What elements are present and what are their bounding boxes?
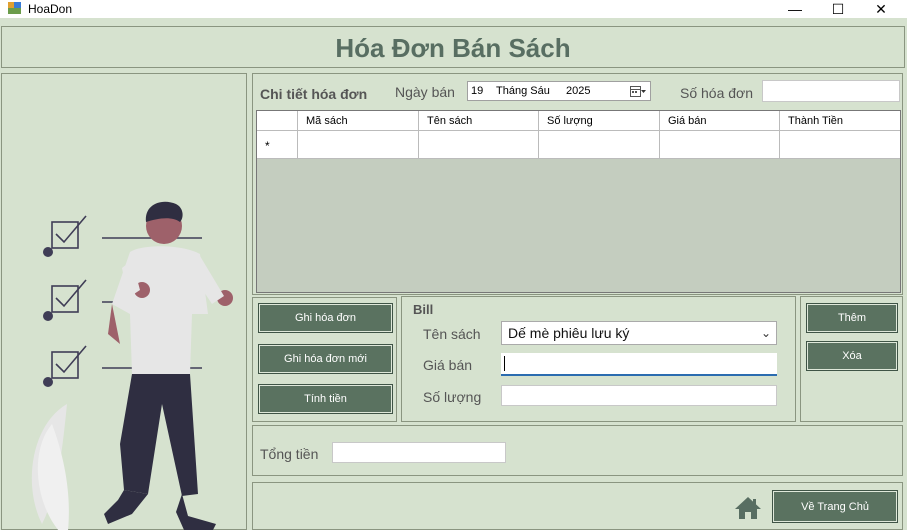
book-name-label: Tên sách <box>423 326 481 342</box>
column-header-total[interactable]: Thành Tiền <box>779 111 900 130</box>
column-header-book-code[interactable]: Mã sách <box>297 111 418 130</box>
minimize-icon: — <box>788 1 802 17</box>
price-input[interactable] <box>501 353 777 376</box>
cell-quantity[interactable] <box>538 131 659 158</box>
page-title: Hóa Đơn Bán Sách <box>335 33 571 63</box>
book-name-selected: Dế mè phiêu lưu ký <box>508 325 630 341</box>
chevron-down-icon[interactable]: ⌄ <box>761 326 771 340</box>
total-label: Tổng tiền <box>260 446 319 462</box>
new-invoice-button[interactable]: Ghi hóa đơn mới <box>259 345 392 373</box>
save-invoice-button[interactable]: Ghi hóa đơn <box>259 304 392 332</box>
calculate-total-button[interactable]: Tính tiền <box>259 385 392 413</box>
row-header[interactable]: * <box>257 131 297 158</box>
cell-total[interactable] <box>779 131 900 158</box>
remove-item-button[interactable]: Xóa <box>807 342 897 370</box>
invoice-number-input[interactable] <box>762 80 900 102</box>
column-header-quantity[interactable]: Số lượng <box>538 111 659 130</box>
date-day: 19 <box>471 85 484 97</box>
calendar-dropdown-icon[interactable] <box>630 85 646 98</box>
sale-date-picker[interactable]: 19 Tháng Sáu 2025 <box>467 81 651 101</box>
column-header-price[interactable]: Giá bán <box>659 111 779 130</box>
home-icon[interactable] <box>734 496 762 520</box>
window-title: HoaDon <box>28 2 73 16</box>
add-item-button[interactable]: Thêm <box>807 304 897 332</box>
date-label: Ngày bán <box>395 84 455 100</box>
total-amount-field[interactable] <box>332 442 506 463</box>
text-caret <box>504 356 505 371</box>
date-year: 2025 <box>566 85 591 97</box>
title-bar: HoaDon — ☐ ✕ <box>0 0 907 18</box>
invoice-items-grid[interactable]: Mã sách Tên sách Số lượng Giá bán Thành … <box>256 110 901 293</box>
new-row-marker: * <box>265 139 270 153</box>
date-month: Tháng Sáu <box>496 85 550 97</box>
detail-section-label: Chi tiết hóa đơn <box>260 86 368 102</box>
maximize-icon: ☐ <box>831 0 845 17</box>
book-name-combobox[interactable]: Dế mè phiêu lưu ký ⌄ <box>501 321 777 345</box>
close-icon: ✕ <box>875 0 887 17</box>
quantity-input[interactable] <box>501 385 777 406</box>
app-icon <box>8 2 21 14</box>
price-label: Giá bán <box>423 357 473 373</box>
header-panel: Hóa Đơn Bán Sách <box>1 26 905 68</box>
cell-book-code[interactable] <box>297 131 418 158</box>
bill-section-label: Bill <box>413 302 434 317</box>
back-to-home-button[interactable]: Về Trang Chủ <box>773 491 897 522</box>
maximize-button[interactable]: ☐ <box>816 0 860 18</box>
quantity-label: Số lượng <box>423 389 482 405</box>
minimize-button[interactable]: — <box>773 0 817 18</box>
grid-header-row: Mã sách Tên sách Số lượng Giá bán Thành … <box>257 111 900 131</box>
grid-corner <box>257 111 297 130</box>
app-window: HoaDon — ☐ ✕ Hóa Đơn Bán Sách Chi tiết h… <box>0 0 907 530</box>
close-button[interactable]: ✕ <box>859 0 903 18</box>
person-checklist-illustration <box>31 201 233 530</box>
cell-price[interactable] <box>659 131 779 158</box>
invoice-number-label: Số hóa đơn <box>680 85 754 101</box>
column-header-book-name[interactable]: Tên sách <box>418 111 538 130</box>
table-row[interactable]: * <box>257 131 900 159</box>
cell-book-name[interactable] <box>418 131 538 158</box>
illustration-panel <box>1 73 247 530</box>
